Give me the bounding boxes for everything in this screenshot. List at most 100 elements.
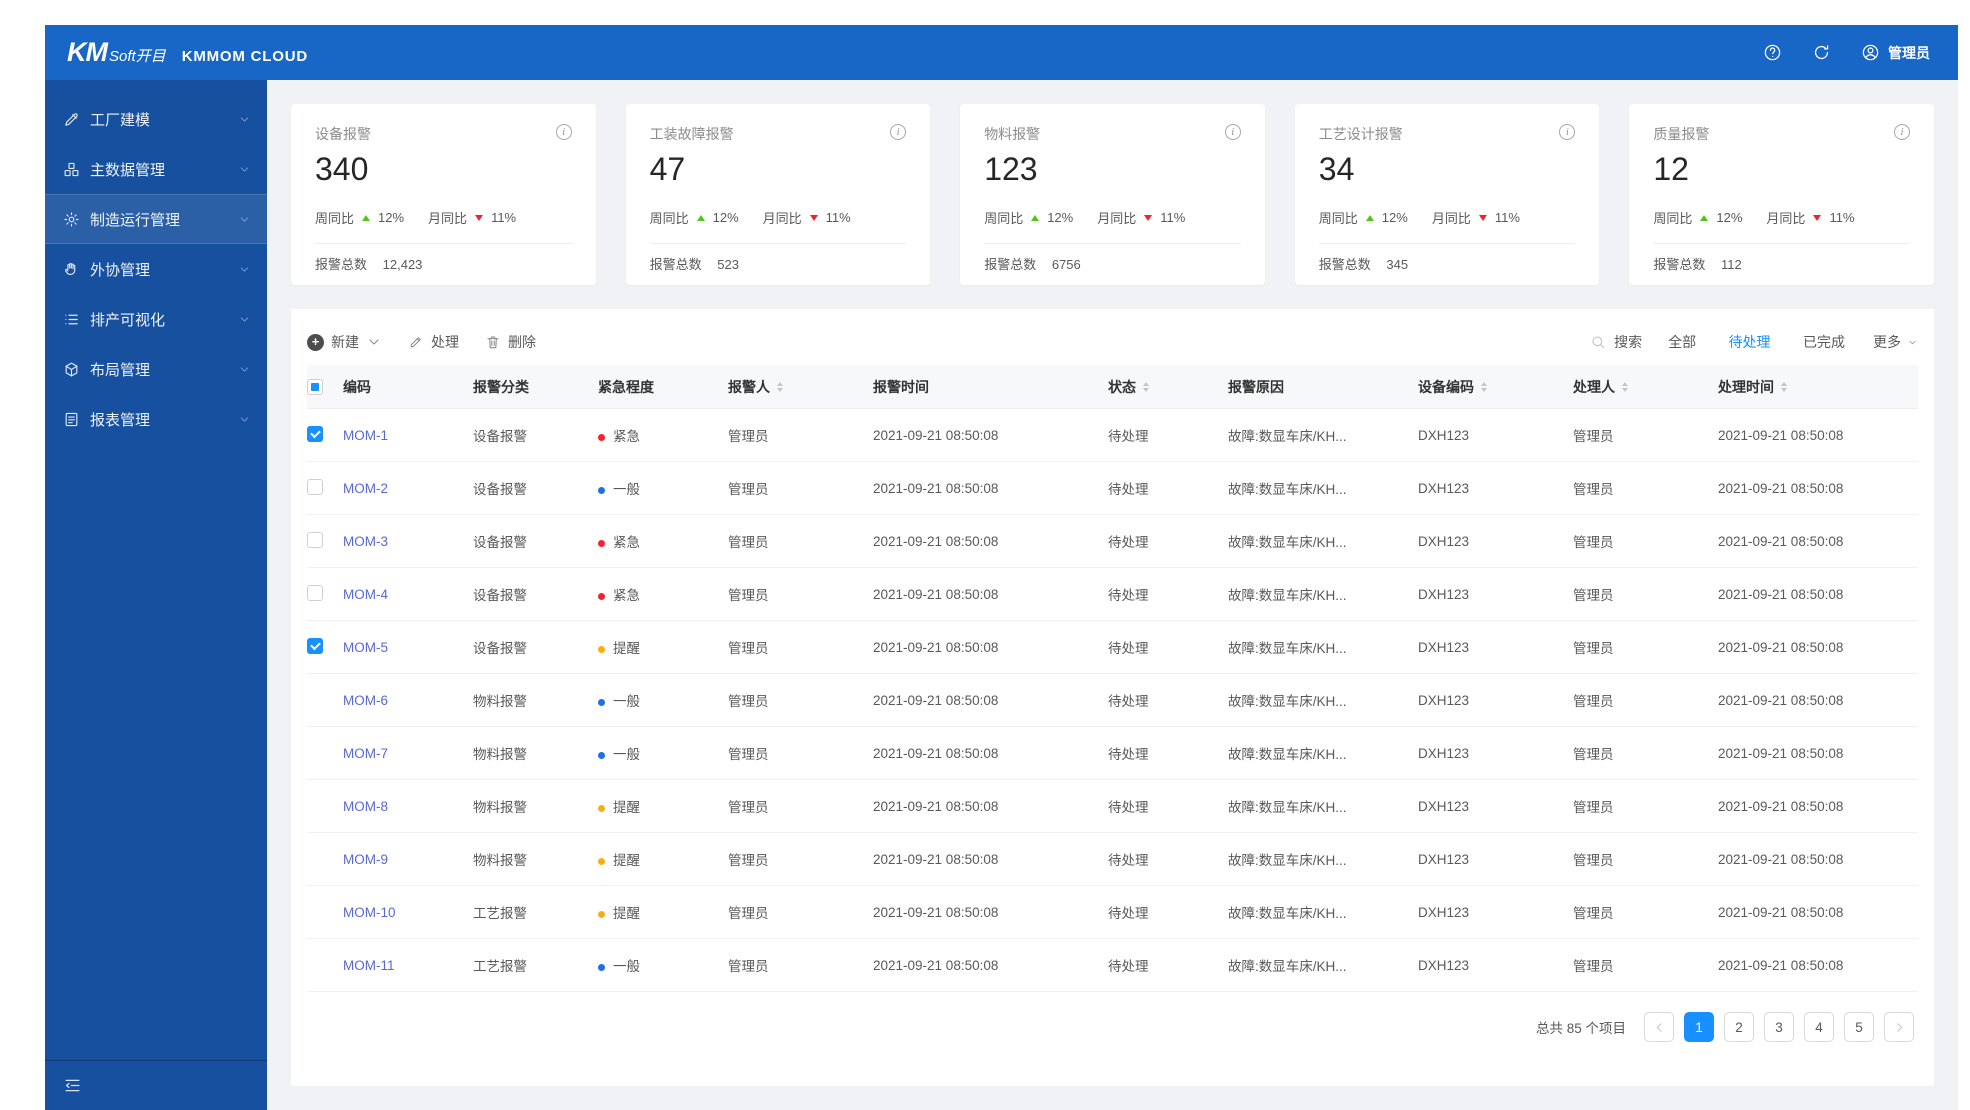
card-title: 工装故障报警 xyxy=(649,126,734,142)
page-number-button[interactable]: 4 xyxy=(1804,1012,1834,1043)
user-menu[interactable]: 管理员 xyxy=(1861,43,1930,63)
sidebar-item[interactable]: 工厂建模 xyxy=(45,94,267,144)
row-checkbox[interactable] xyxy=(307,478,323,495)
page-number-button[interactable]: 3 xyxy=(1764,1012,1794,1043)
row-code-link[interactable]: MOM-7 xyxy=(343,746,388,761)
column-header[interactable]: 设备编码 xyxy=(1418,377,1573,397)
prev-page-button[interactable] xyxy=(1644,1012,1674,1043)
page-number-button[interactable]: 1 xyxy=(1684,1012,1714,1043)
info-icon[interactable]: i xyxy=(555,124,572,140)
row-status: 待处理 xyxy=(1108,482,1149,498)
row-device-code: DXH123 xyxy=(1418,904,1470,920)
column-header[interactable]: 报警时间 xyxy=(873,377,1108,397)
row-urgency: 紧急 xyxy=(598,531,728,551)
row-code-link[interactable]: MOM-9 xyxy=(343,852,388,867)
sort-icon[interactable] xyxy=(1143,381,1149,392)
row-checkbox[interactable] xyxy=(307,531,323,548)
search-button[interactable]: 搜索 xyxy=(1590,332,1642,352)
card-title: 工艺设计报警 xyxy=(1318,126,1403,142)
column-header[interactable]: 报警人 xyxy=(728,377,873,397)
row-code-link[interactable]: MOM-2 xyxy=(343,481,388,496)
column-header[interactable]: 报警原因 xyxy=(1228,377,1418,397)
sort-icon[interactable] xyxy=(1781,381,1787,392)
process-button[interactable]: 处理 xyxy=(408,332,459,352)
filter-tab[interactable]: 全部 xyxy=(1668,334,1696,350)
info-icon[interactable]: i xyxy=(890,124,907,140)
sidebar-item-icon xyxy=(63,261,80,278)
info-icon[interactable]: i xyxy=(1559,124,1576,140)
new-button[interactable]: + 新建 xyxy=(307,332,382,352)
sidebar-item[interactable]: 制造运行管理 xyxy=(45,194,267,244)
row-code-link[interactable]: MOM-6 xyxy=(343,693,388,708)
row-checkbox-cell xyxy=(307,691,343,710)
row-alarm-time: 2021-09-21 08:50:08 xyxy=(873,745,999,761)
sidebar-item[interactable]: 主数据管理 xyxy=(45,144,267,194)
row-alarm-time: 2021-09-21 08:50:08 xyxy=(873,427,999,443)
row-checkbox[interactable] xyxy=(307,637,323,654)
row-code-link[interactable]: MOM-8 xyxy=(343,799,388,814)
row-status: 待处理 xyxy=(1108,959,1149,975)
column-header[interactable]: 报警分类 xyxy=(473,377,598,397)
chevron-down-icon xyxy=(238,163,251,176)
select-all-checkbox[interactable] xyxy=(307,378,323,395)
row-urgency: 一般 xyxy=(598,955,728,975)
delete-button[interactable]: 删除 xyxy=(485,332,536,352)
row-checkbox[interactable] xyxy=(307,584,323,601)
column-header[interactable]: 处理人 xyxy=(1573,377,1718,397)
urgency-label: 提醒 xyxy=(613,906,640,922)
column-header[interactable]: 状态 xyxy=(1108,377,1228,397)
sidebar-item[interactable]: 布局管理 xyxy=(45,344,267,394)
card-value: 340 xyxy=(315,151,369,187)
filter-tab[interactable]: 已完成 xyxy=(1803,334,1845,350)
filter-tab[interactable]: 待处理 xyxy=(1729,334,1771,350)
row-category: 物料报警 xyxy=(473,853,527,869)
chevron-right-icon xyxy=(1893,1021,1906,1034)
row-urgency: 一般 xyxy=(598,690,728,710)
sidebar-item[interactable]: 排产可视化 xyxy=(45,294,267,344)
row-handler: 管理员 xyxy=(1573,906,1614,922)
column-header[interactable]: 编码 xyxy=(343,377,473,397)
month-trend-value: 11% xyxy=(1160,210,1186,226)
row-handle-time: 2021-09-21 08:50:08 xyxy=(1718,639,1844,655)
row-code-link[interactable]: MOM-1 xyxy=(343,428,388,443)
info-icon[interactable]: i xyxy=(1893,124,1910,140)
page-number-button[interactable]: 2 xyxy=(1724,1012,1754,1043)
chevron-down-icon xyxy=(238,413,251,426)
month-trend-label: 月同比 xyxy=(1097,211,1137,227)
week-trend-label: 周同比 xyxy=(984,211,1024,227)
row-code-cell: MOM-4 xyxy=(343,587,473,602)
collapse-menu-icon[interactable] xyxy=(63,1076,82,1095)
sort-icon[interactable] xyxy=(1622,381,1628,392)
sidebar-item-label: 报表管理 xyxy=(90,411,151,429)
row-code-link[interactable]: MOM-4 xyxy=(343,587,388,602)
column-header[interactable]: 紧急程度 xyxy=(598,377,728,397)
row-handle-time: 2021-09-21 08:50:08 xyxy=(1718,851,1844,867)
row-category: 设备报警 xyxy=(473,535,527,551)
help-icon[interactable] xyxy=(1763,43,1782,62)
row-checkbox-cell xyxy=(307,584,343,604)
info-icon[interactable]: i xyxy=(1224,124,1241,140)
row-code-link[interactable]: MOM-5 xyxy=(343,640,388,655)
sidebar-item[interactable]: 外协管理 xyxy=(45,244,267,294)
more-button-label: 更多 xyxy=(1873,334,1901,351)
sort-icon[interactable] xyxy=(1481,381,1487,392)
column-header-label: 紧急程度 xyxy=(598,378,654,395)
row-urgency: 提醒 xyxy=(598,796,728,816)
week-trend-label: 周同比 xyxy=(315,211,355,227)
row-code-link[interactable]: MOM-11 xyxy=(343,958,395,973)
urgency-label: 提醒 xyxy=(613,853,640,869)
sidebar-item[interactable]: 报表管理 xyxy=(45,394,267,444)
page-number-button[interactable]: 5 xyxy=(1844,1012,1874,1043)
row-status: 待处理 xyxy=(1108,429,1149,445)
table-row: MOM-9 物料报警 提醒 管理员 2021-09-21 08:50:08 待处… xyxy=(307,833,1918,887)
trend-down-icon xyxy=(1478,214,1487,221)
row-alarm-time: 2021-09-21 08:50:08 xyxy=(873,533,999,549)
row-code-link[interactable]: MOM-3 xyxy=(343,534,388,549)
next-page-button[interactable] xyxy=(1884,1012,1914,1043)
refresh-icon[interactable] xyxy=(1812,43,1831,62)
row-checkbox[interactable] xyxy=(307,425,323,442)
row-code-link[interactable]: MOM-10 xyxy=(343,905,396,920)
sort-icon[interactable] xyxy=(777,381,783,392)
more-button[interactable]: 更多 xyxy=(1873,332,1918,352)
column-header[interactable]: 处理时间 xyxy=(1718,377,1918,397)
